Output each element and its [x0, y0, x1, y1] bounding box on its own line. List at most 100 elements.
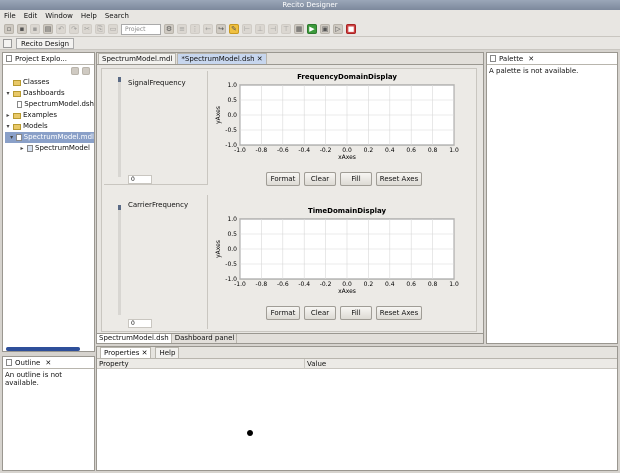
tree-spectrummodel[interactable]: ▸ SpectrumModel: [5, 143, 94, 154]
tab-dsh-source[interactable]: SpectrumModel.dsh: [97, 334, 172, 343]
run-config-icon[interactable]: ⚙: [164, 24, 174, 34]
x-tick-label: 0.4: [385, 147, 395, 154]
model-file-icon: [16, 134, 22, 141]
reset-axes-button[interactable]: Reset Axes: [376, 306, 422, 320]
menu-help[interactable]: Help: [81, 10, 97, 22]
save-icon[interactable]: ▪: [17, 24, 27, 34]
file-icon: [17, 101, 23, 108]
tree-spectrummodel-dsh[interactable]: SpectrumModel.dsh: [5, 99, 94, 110]
outline-tab[interactable]: Outline ✕: [3, 357, 94, 369]
project-combo[interactable]: Project: [121, 23, 161, 35]
build-icon[interactable]: ▦: [294, 24, 304, 34]
x-tick-label: -0.8: [256, 281, 268, 288]
menu-file[interactable]: File: [4, 10, 16, 22]
tab-dashboard-panel[interactable]: Dashboard panel: [173, 334, 238, 343]
cut-icon[interactable]: ✂: [82, 24, 92, 34]
collapse-all-icon[interactable]: [71, 67, 79, 75]
format-button[interactable]: Format: [266, 306, 300, 320]
tree-models[interactable]: ▾ Models: [5, 121, 94, 132]
layout-top-icon[interactable]: ⊤: [281, 24, 291, 34]
mouse-cursor: [247, 430, 253, 436]
explorer-scrollbar[interactable]: [6, 347, 80, 351]
tab-help[interactable]: Help: [155, 347, 180, 358]
folder-icon: [13, 112, 21, 119]
step-icon[interactable]: ▷: [333, 24, 343, 34]
expand-right-icon[interactable]: ▸: [5, 110, 11, 121]
x-tick-label: 0.0: [342, 281, 352, 288]
align-icon[interactable]: ≡: [177, 24, 187, 34]
palette-icon: [490, 55, 496, 62]
link-editor-icon[interactable]: [82, 67, 90, 75]
carrier-frequency-label: CarrierFrequency: [128, 201, 189, 209]
clear-button[interactable]: Clear: [304, 172, 336, 186]
x-tick-label: 0.8: [428, 281, 438, 288]
tab-spectrummodel-mdl[interactable]: SpectrumModel.mdl: [98, 53, 177, 64]
open-icon[interactable]: ↪: [216, 24, 226, 34]
x-tick-label: 1.0: [449, 281, 459, 288]
tree-classes[interactable]: Classes: [5, 77, 94, 88]
x-tick-label: 0.6: [406, 281, 416, 288]
x-tick-label: 0.2: [364, 147, 374, 154]
save-all-icon[interactable]: ▪: [30, 24, 40, 34]
carrier-frequency-value[interactable]: 0: [128, 319, 152, 328]
layout-right-icon[interactable]: ⊣: [268, 24, 278, 34]
tree-spectrummodel-mdl[interactable]: ▾ SpectrumModel.mdl: [5, 132, 94, 143]
folder-icon: [13, 90, 21, 97]
new-icon[interactable]: ▫: [4, 24, 14, 34]
y-tick-label: 0.0: [227, 246, 237, 253]
run-icon[interactable]: ▶: [307, 24, 317, 34]
expand-down-icon[interactable]: ▾: [9, 132, 14, 143]
redo-icon[interactable]: ↷: [69, 24, 79, 34]
tab-properties[interactable]: Properties ✕: [100, 347, 152, 358]
expand-right-icon[interactable]: ▸: [19, 143, 25, 154]
x-axis-label: xAxes: [338, 288, 356, 295]
expand-down-icon[interactable]: ▾: [5, 121, 11, 132]
undo-icon[interactable]: ↶: [56, 24, 66, 34]
stop-icon[interactable]: ■: [346, 24, 356, 34]
pin-icon[interactable]: ✎: [229, 24, 239, 34]
nav-back-icon[interactable]: ←: [203, 24, 213, 34]
y-tick-label: 1.0: [227, 82, 237, 89]
palette-tab[interactable]: Palette ✕: [487, 53, 617, 65]
distribute-icon[interactable]: ⋮: [190, 24, 200, 34]
expand-down-icon[interactable]: ▾: [5, 88, 11, 99]
copy-icon[interactable]: ⎘: [95, 24, 105, 34]
paste-icon[interactable]: ▭: [108, 24, 118, 34]
open-perspective-icon[interactable]: [3, 39, 12, 48]
debug-icon[interactable]: ▣: [320, 24, 330, 34]
y-tick-label: 0.5: [227, 231, 237, 238]
menu-window[interactable]: Window: [45, 10, 73, 22]
x-tick-label: -0.6: [277, 281, 289, 288]
layout-left-icon[interactable]: ⊢: [242, 24, 252, 34]
y-tick-label: 1.0: [227, 216, 237, 223]
menu-bar: File Edit Window Help Search: [0, 10, 620, 22]
project-explorer-panel: Project Explo... Classes ▾ Dashboards Spe…: [2, 52, 95, 352]
fill-button[interactable]: Fill: [340, 172, 372, 186]
reset-axes-button[interactable]: Reset Axes: [376, 172, 422, 186]
tree-dashboards[interactable]: ▾ Dashboards: [5, 88, 94, 99]
tree-examples[interactable]: ▸ Examples: [5, 110, 94, 121]
perspective-recito-design[interactable]: Recito Design: [16, 38, 75, 49]
tab-spectrummodel-dsh[interactable]: *SpectrumModel.dsh ✕: [177, 53, 267, 64]
menu-search[interactable]: Search: [105, 10, 129, 22]
carrier-slider-fill[interactable]: [118, 205, 121, 210]
x-tick-label: 0.6: [406, 147, 416, 154]
signal-slider-track[interactable]: [118, 77, 121, 177]
format-button[interactable]: Format: [266, 172, 300, 186]
layout-center-icon[interactable]: ⊥: [255, 24, 265, 34]
signal-slider-fill[interactable]: [118, 77, 121, 82]
carrier-slider-track[interactable]: [118, 205, 121, 315]
y-tick-label: 0.0: [227, 112, 237, 119]
menu-edit[interactable]: Edit: [24, 10, 38, 22]
fill-button[interactable]: Fill: [340, 306, 372, 320]
project-explorer-tab[interactable]: Project Explo...: [3, 53, 94, 65]
print-icon[interactable]: ▤: [43, 24, 53, 34]
clear-button[interactable]: Clear: [304, 306, 336, 320]
x-tick-label: 0.2: [364, 281, 374, 288]
folder-icon: [13, 123, 21, 130]
value-column-header[interactable]: Value: [305, 359, 326, 368]
outline-message: An outline is not available.: [5, 371, 63, 387]
property-column-header[interactable]: Property: [97, 359, 305, 368]
signal-frequency-value[interactable]: 0: [128, 175, 152, 184]
x-tick-label: -0.4: [298, 281, 310, 288]
